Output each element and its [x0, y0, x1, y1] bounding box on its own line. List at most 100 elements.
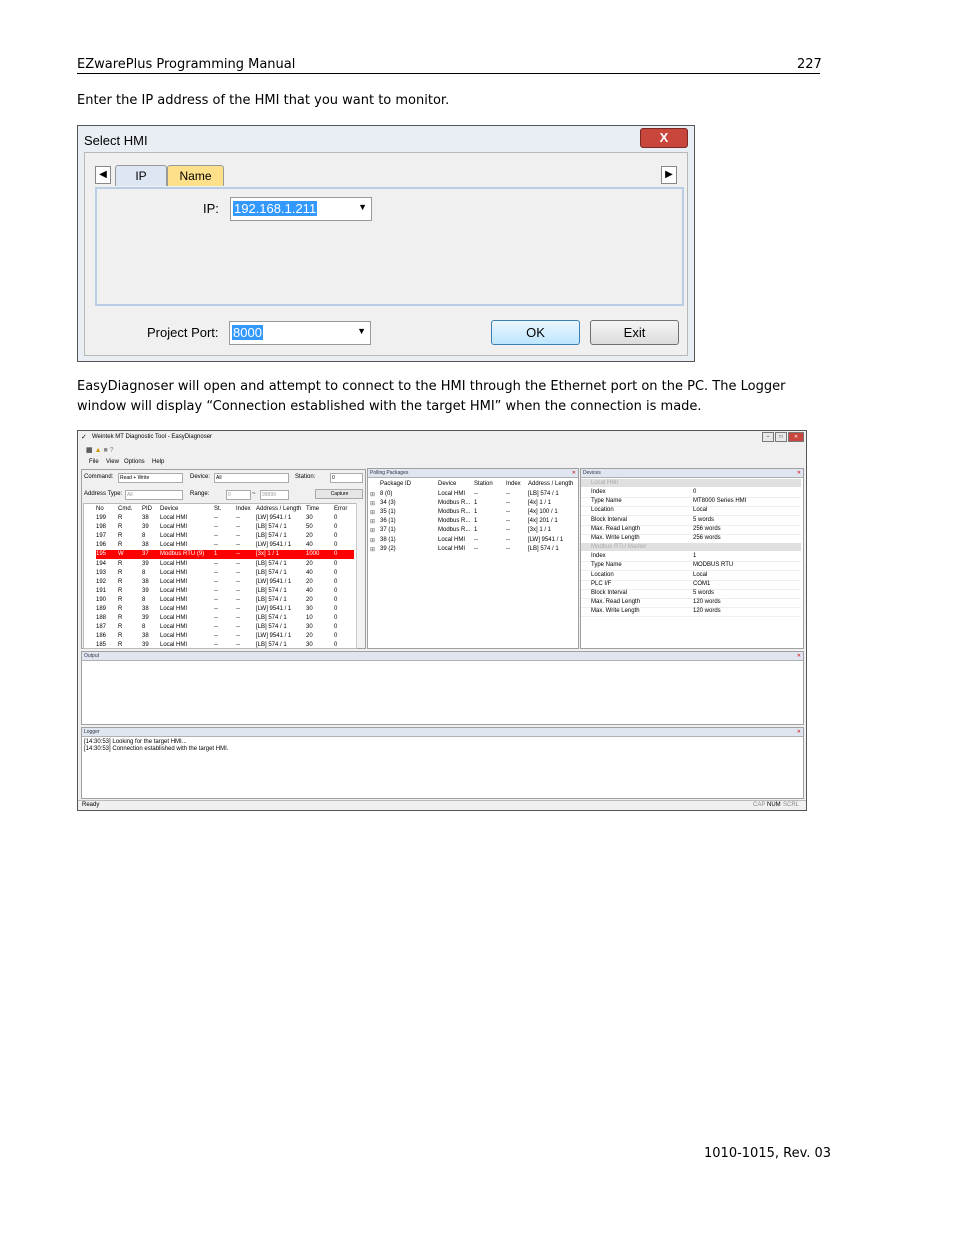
command-select[interactable]: Read + Write	[118, 473, 183, 483]
table-row[interactable]: 192 R 38 Local HMI -- -- [LW] 9541 / 1 20 0	[96, 578, 354, 587]
column-header: PID	[142, 506, 153, 512]
table-cell: 20	[306, 560, 313, 567]
table-cell: --	[506, 536, 510, 543]
close-button[interactable]: X	[640, 128, 688, 148]
help-icon[interactable]: ?	[110, 447, 114, 454]
ok-button[interactable]: OK	[491, 320, 580, 345]
table-cell: --	[214, 596, 218, 603]
table-cell: [LW] 9541 / 1	[256, 578, 292, 585]
menu-file[interactable]: File	[89, 459, 99, 465]
table-row[interactable]: 199 R 38 Local HMI -- -- [LW] 9541 / 1 30 0	[96, 514, 354, 523]
table-row[interactable]: ⊞ 36 (1) Modbus R... 1 -- [4x] 201 / 1	[368, 517, 576, 526]
column-header: Package ID	[380, 481, 412, 487]
column-header: St.	[214, 506, 222, 512]
table-row[interactable]: 193 R 8 Local HMI -- -- [LB] 574 / 1 40 0	[96, 569, 354, 578]
packet-scrollbar[interactable]	[356, 503, 364, 647]
table-cell: 38	[142, 606, 149, 612]
chevron-down-icon[interactable]: ▼	[357, 326, 366, 336]
table-row[interactable]: 195 W 37 Modbus RTU (9) 1 -- [3x] 1 / 1 1000 0	[96, 550, 354, 560]
table-cell: 194	[96, 560, 107, 567]
table-cell: [LB] 574 / 1	[256, 524, 287, 531]
table-row[interactable]: 196 R 38 Local HMI -- -- [LW] 9541 / 1 40 0	[96, 541, 354, 550]
devices-panel: Devices ✕ Local HMI Index 0 Type Name MT8000 …	[580, 468, 804, 649]
table-cell: 0	[334, 515, 338, 521]
menu-options[interactable]: Options	[124, 459, 145, 465]
table-row[interactable]: ⊞ 38 (1) Local HMI -- -- [LW] 9541 / 1	[368, 536, 576, 545]
intro-paragraph: Enter the IP address of the HMI that you…	[77, 93, 450, 108]
table-row[interactable]: 194 R 39 Local HMI -- -- [LB] 574 / 1 20 0	[96, 560, 354, 569]
table-cell: [LB] 574 / 1	[256, 560, 287, 567]
table-row[interactable]: 197 R 8 Local HMI -- -- [LB] 574 / 1 20 0	[96, 532, 354, 541]
table-cell: [LW] 9541 / 1	[256, 542, 292, 549]
tab-ip[interactable]: IP	[115, 165, 167, 186]
table-row[interactable]: ⊞ 34 (3) Modbus R... 1 -- [4x] 1 / 1	[368, 499, 576, 508]
table-row[interactable]: 198 R 39 Local HMI -- -- [LB] 574 / 1 50 0	[96, 523, 354, 532]
project-port-combobox[interactable]: 8000 ▼	[229, 321, 371, 345]
table-cell: --	[214, 642, 218, 649]
table-row[interactable]: 187 R 8 Local HMI -- -- [LB] 574 / 1 30 0	[96, 623, 354, 632]
table-row[interactable]: 185 R 39 Local HMI -- -- [LB] 574 / 1 30 0	[96, 641, 354, 649]
save-icon[interactable]: ■	[103, 447, 107, 454]
table-row[interactable]: 188 R 39 Local HMI -- -- [LB] 574 / 1 10 0	[96, 614, 354, 623]
table-row[interactable]: 189 R 38 Local HMI -- -- [LW] 9541 / 1 30 0	[96, 605, 354, 614]
close-icon[interactable]: ✕	[797, 652, 801, 660]
table-cell: [LB] 574 / 1	[256, 596, 287, 603]
device-group-header[interactable]: Modbus RTU Master	[581, 543, 801, 552]
menu-view[interactable]: View	[106, 459, 119, 465]
table-cell: R	[118, 633, 123, 640]
tab-scroll-right-icon[interactable]: ▶	[661, 166, 677, 184]
property-name: Index	[591, 553, 606, 560]
device-select[interactable]: All	[214, 473, 289, 483]
table-cell: 8 (0)	[380, 491, 393, 497]
expand-icon[interactable]: ⊞	[370, 537, 375, 544]
table-cell: --	[236, 551, 240, 558]
menu-help[interactable]: Help	[152, 459, 164, 465]
table-cell: 8	[142, 569, 146, 576]
expand-icon[interactable]: ⊞	[370, 509, 375, 516]
close-icon[interactable]: ✕	[797, 728, 801, 736]
expand-icon[interactable]: ⊞	[370, 491, 375, 498]
device-group-header[interactable]: Local HMI	[581, 479, 801, 487]
table-cell: 20	[306, 578, 313, 585]
table-cell: 36 (1)	[380, 518, 396, 525]
table-row[interactable]: ⊞ 37 (1) Modbus R... 1 -- [3x] 1 / 1	[368, 526, 576, 535]
table-row[interactable]: ⊞ 35 (1) Modbus R... 1 -- [4x] 100 / 1	[368, 508, 576, 517]
packet-table: No Cmd. PID Device St. Index Address / Length T…	[83, 503, 357, 649]
address-type-select[interactable]: All	[125, 490, 183, 500]
expand-icon[interactable]: ⊞	[370, 527, 375, 534]
expand-icon[interactable]: ⊞	[370, 518, 375, 525]
table-cell: Local HMI	[160, 615, 188, 622]
tab-scroll-left-icon[interactable]: ◀	[95, 166, 111, 184]
table-row[interactable]: 190 R 8 Local HMI -- -- [LB] 574 / 1 20 0	[96, 596, 354, 605]
table-row[interactable]: ⊞ 8 (0) Local HMI -- -- [LB] 574 / 1	[368, 490, 576, 499]
table-row[interactable]: 186 R 38 Local HMI -- -- [LW] 9541 / 1 20 0	[96, 632, 354, 641]
range-from-input[interactable]: 0	[226, 490, 251, 500]
table-cell: Local HMI	[160, 515, 188, 521]
expand-icon[interactable]: ⊞	[370, 546, 375, 553]
maximize-icon[interactable]: □	[775, 432, 787, 442]
grid-icon[interactable]: ▦	[86, 447, 93, 454]
table-cell: Local HMI	[438, 536, 466, 543]
range-to-input[interactable]: 99999	[260, 490, 289, 500]
group-name: Modbus RTU Master	[591, 544, 647, 551]
tab-name[interactable]: Name	[167, 165, 224, 186]
table-row[interactable]: ⊞ 39 (2) Local HMI -- -- [LB] 574 / 1	[368, 545, 576, 554]
exit-button[interactable]: Exit	[590, 320, 679, 345]
ip-combobox[interactable]: 192.168.1.211 ▼	[230, 197, 372, 221]
close-icon[interactable]: ✕	[572, 469, 576, 477]
easydiagnoser-window: Weintek MT Diagnostic Tool - EasyDiagnos…	[77, 430, 807, 811]
close-icon[interactable]: ✕	[797, 469, 801, 477]
property-name: Max. Write Length	[591, 535, 640, 541]
station-input[interactable]: 0	[330, 473, 363, 483]
chevron-down-icon[interactable]: ▼	[358, 202, 367, 212]
minimize-icon[interactable]: –	[762, 432, 774, 442]
close-icon[interactable]: ✕	[788, 432, 804, 442]
capture-button[interactable]: Capture	[315, 489, 363, 499]
expand-icon[interactable]: ⊞	[370, 500, 375, 507]
table-row[interactable]: 191 R 39 Local HMI -- -- [LB] 574 / 1 40 0	[96, 587, 354, 596]
property-name: Location	[591, 571, 614, 578]
open-icon[interactable]: ▲	[95, 447, 102, 454]
table-cell: 199	[96, 515, 107, 521]
table-cell: R	[118, 642, 123, 649]
table-cell: [LB] 574 / 1	[256, 642, 287, 649]
